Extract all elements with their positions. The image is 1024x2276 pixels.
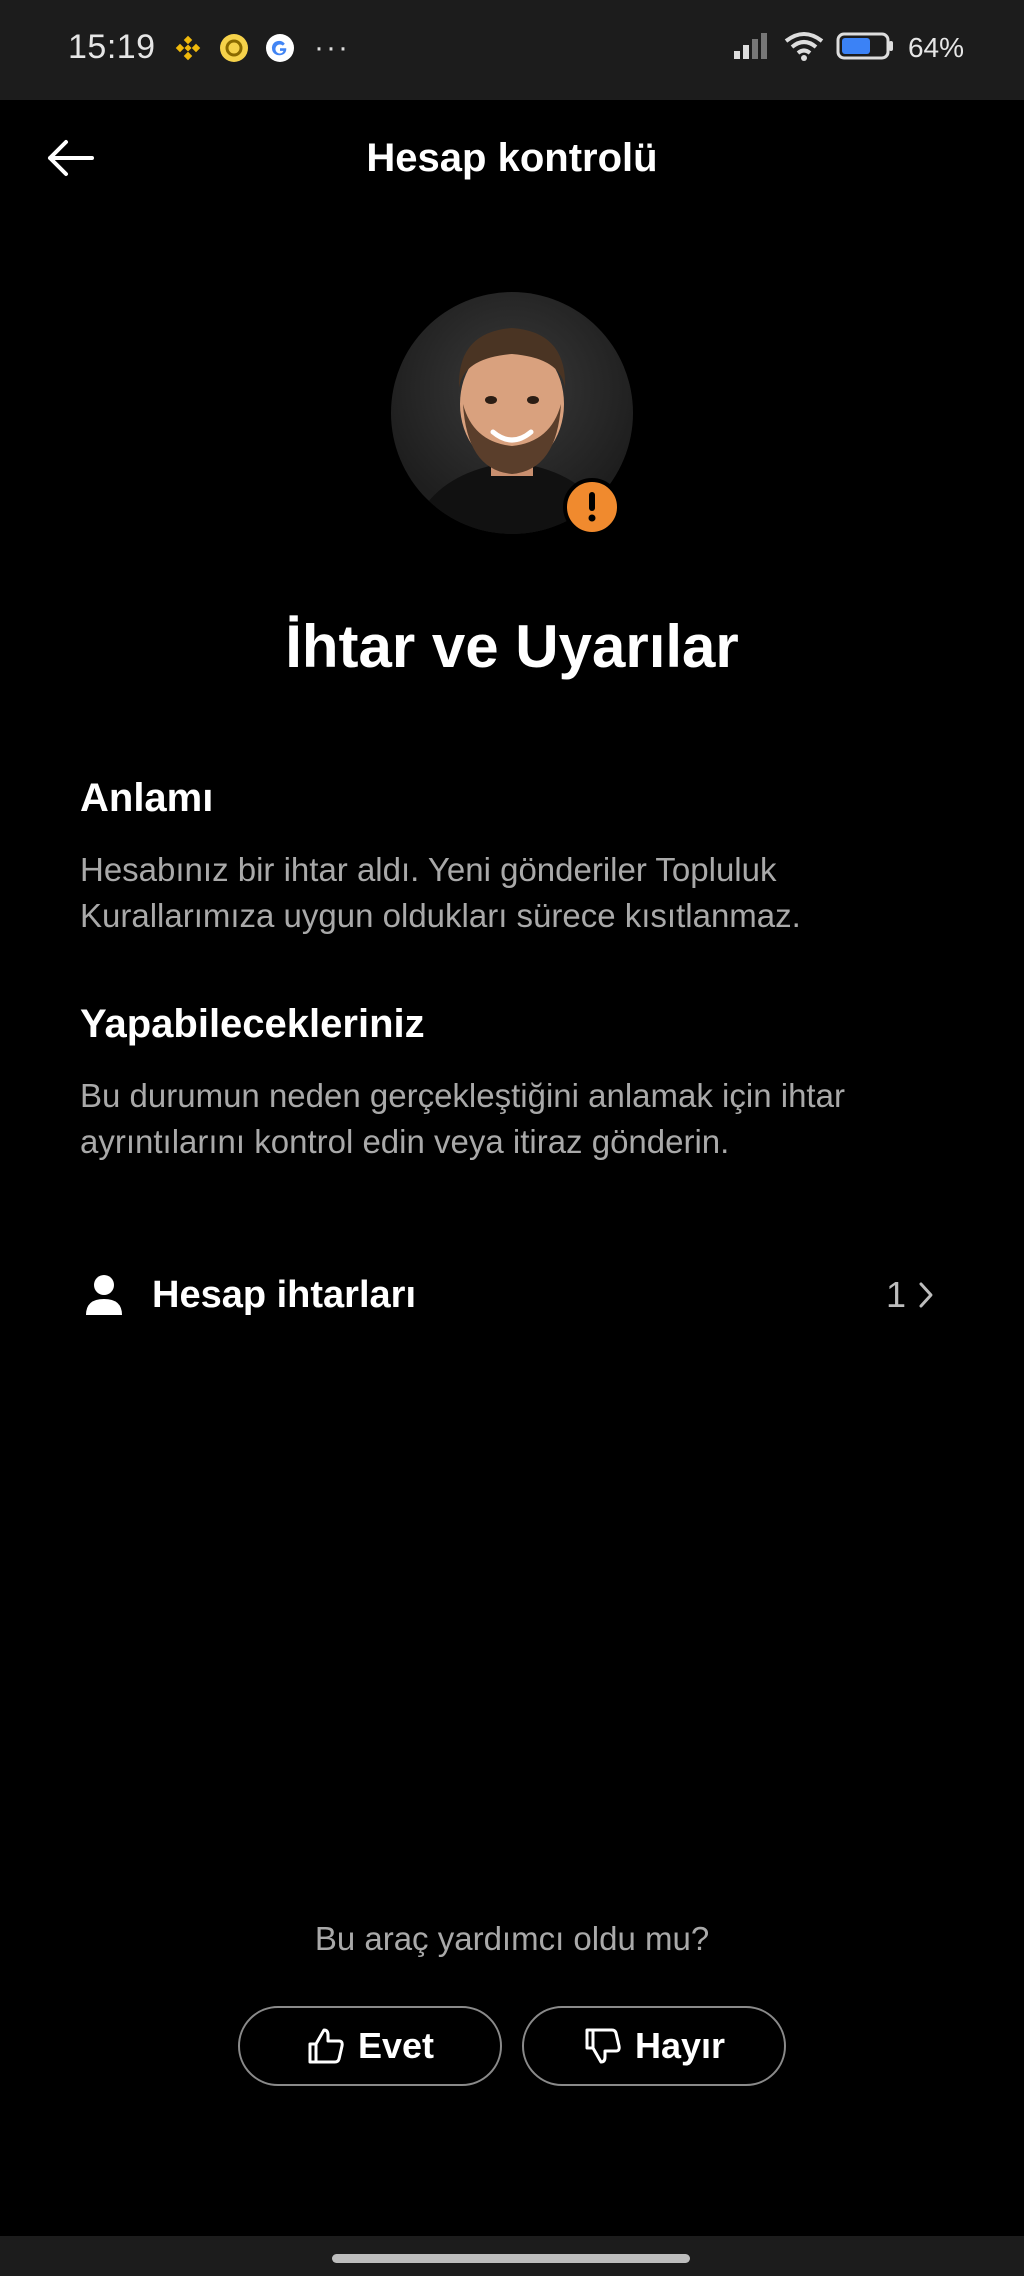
account-strikes-count: 1 — [885, 1274, 906, 1315]
feedback-no-button[interactable]: Hayır — [522, 2006, 786, 2086]
binance-icon — [172, 32, 204, 64]
home-indicator[interactable] — [332, 2254, 690, 2263]
section-meaning-body: Hesabınız bir ihtar aldı. Yeni gönderile… — [80, 851, 801, 934]
section-actions-body: Bu durumun neden gerçekleştiğini anlamak… — [80, 1077, 845, 1160]
thumbs-down-icon — [585, 2028, 621, 2064]
account-strikes-row[interactable]: Hesap ihtarları 1 — [60, 1250, 940, 1340]
page-title: İhtar ve Uyarılar — [285, 613, 739, 680]
account-strikes-label: Hesap ihtarları — [152, 1273, 416, 1316]
feedback-yes-button[interactable]: Evet — [238, 2006, 502, 2086]
feedback-yes-label: Evet — [357, 2025, 435, 2066]
status-app-icons: ··· — [172, 30, 350, 66]
exclamation-icon — [588, 492, 596, 522]
avatar-container — [391, 292, 633, 536]
signal-icon — [732, 31, 772, 66]
chevron-right-icon — [912, 1281, 940, 1309]
page-header-title: Hesap kontrolü — [366, 136, 658, 180]
more-icon: ··· — [314, 31, 350, 64]
feedback-no-label: Hayır — [634, 2025, 726, 2066]
feedback-question: Bu araç yardımcı oldu mu? — [314, 1920, 710, 1957]
coin-app-icon — [218, 32, 250, 64]
battery-percent: 64% — [907, 32, 964, 63]
header: Hesap kontrolü — [0, 100, 1024, 220]
battery-icon — [836, 30, 896, 67]
person-icon — [80, 1271, 128, 1319]
status-time: 15:19 — [68, 28, 156, 66]
wifi-icon — [784, 31, 824, 66]
status-right: 64% — [732, 28, 964, 68]
thumbs-up-icon — [308, 2028, 344, 2064]
status-bar: 15:19 ··· 64% — [0, 0, 1024, 100]
section-actions-heading: Yapabilecekleriniz — [80, 1002, 425, 1046]
warning-badge — [563, 478, 621, 536]
google-icon — [264, 32, 296, 64]
section-meaning-heading: Anlamı — [80, 776, 214, 820]
